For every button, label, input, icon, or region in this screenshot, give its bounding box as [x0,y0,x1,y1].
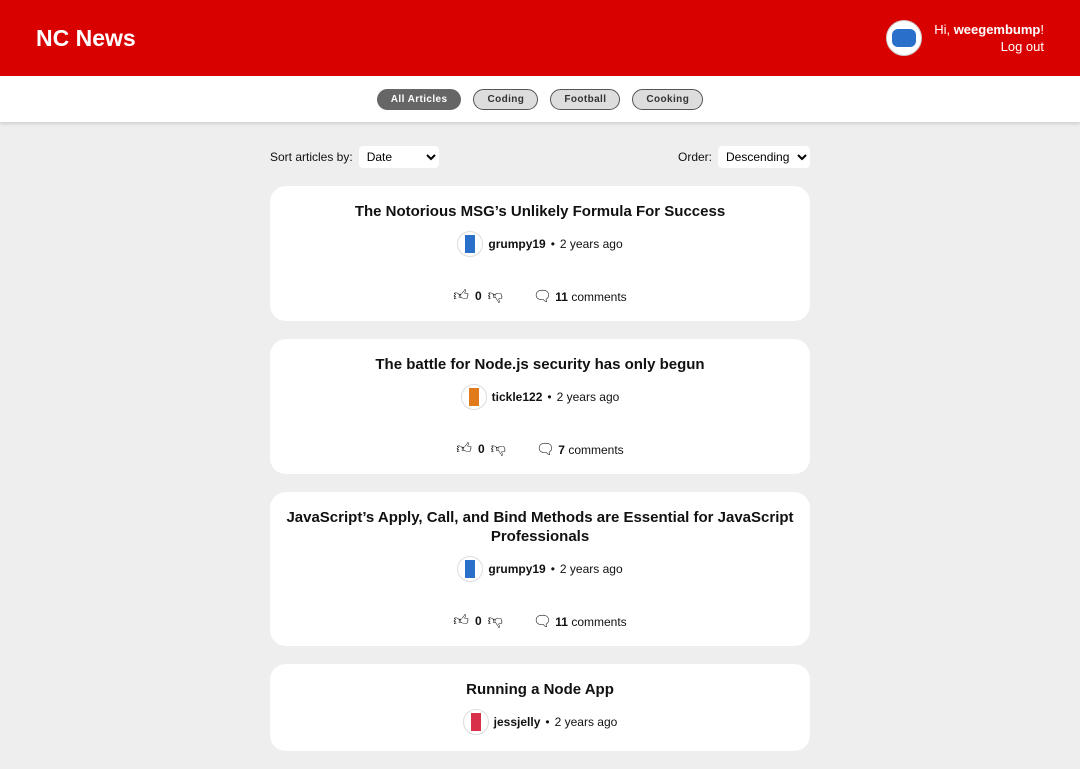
separator: • [550,562,555,576]
order-select[interactable]: Descending [718,146,810,168]
article-card[interactable]: The Notorious MSG’s Unlikely Formula For… [270,186,810,321]
author-avatar [457,556,484,582]
article-card[interactable]: Running a Node App jessjelly • 2 years ago [270,664,810,751]
article-card[interactable]: The battle for Node.js security has only… [270,339,810,474]
sort-label: Sort articles by: [270,150,353,164]
author-avatar [460,384,487,410]
comment-icon: 🗨︎ [532,288,552,305]
logo[interactable]: NC News [36,25,136,52]
user-avatar [886,20,923,56]
author: grumpy19 [488,562,546,576]
thumbs-up-icon[interactable]: 👍︎ [456,440,472,458]
topic-cooking[interactable]: Cooking [632,88,704,110]
sort-select[interactable]: Date [358,146,439,168]
separator: • [545,715,550,729]
greeting: Hi, [934,22,954,37]
author-avatar [462,709,489,735]
logout-link[interactable]: Log out [934,38,1044,55]
comment-count: 11 [555,290,568,304]
article-age: 2 years ago [559,562,623,576]
vote-count: 0 [474,289,482,303]
article-age: 2 years ago [556,390,620,404]
user-area: Hi, weegembump! Log out [886,20,1044,56]
topic-football[interactable]: Football [550,88,621,110]
topic-coding[interactable]: Coding [473,88,539,110]
username: weegembump [953,22,1041,37]
thumbs-up-icon[interactable]: 👍︎ [453,612,469,630]
separator: • [547,390,552,404]
sort-controls: Sort articles by: Date Order: Descending [270,146,810,168]
comments-label: comments [571,615,627,629]
header: NC News Hi, weegembump! Log out [0,0,1080,76]
article-age: 2 years ago [554,715,618,729]
comments-label: comments [568,443,624,457]
vote-count: 0 [477,442,485,456]
topic-all-articles[interactable]: All Articles [376,88,462,110]
author-avatar [457,231,484,257]
author: jessjelly [493,715,541,729]
comments-label: comments [571,290,627,304]
article-title[interactable]: Running a Node App [282,680,798,699]
order-label: Order: [677,150,712,164]
comment-count: 11 [555,615,568,629]
comment-count: 7 [558,443,565,457]
author: tickle122 [491,390,543,404]
thumbs-up-icon[interactable]: 👍︎ [453,287,469,305]
comments-link[interactable]: 🗨︎ 7 comments [536,440,624,458]
separator: • [550,237,555,251]
author: grumpy19 [488,237,546,251]
comment-icon: 🗨︎ [535,441,555,458]
article-title[interactable]: JavaScript’s Apply, Call, and Bind Metho… [282,508,798,546]
thumbs-down-icon[interactable]: 👎︎ [491,440,506,458]
article-card[interactable]: JavaScript’s Apply, Call, and Bind Metho… [270,492,810,646]
vote-count: 0 [474,614,482,628]
article-title[interactable]: The Notorious MSG’s Unlikely Formula For… [282,202,798,221]
article-title[interactable]: The battle for Node.js security has only… [282,355,798,374]
topic-nav: All Articles Coding Football Cooking [0,76,1080,122]
comment-icon: 🗨︎ [532,613,552,630]
comments-link[interactable]: 🗨︎ 11 comments [533,612,627,630]
article-age: 2 years ago [559,237,623,251]
comments-link[interactable]: 🗨︎ 11 comments [533,287,627,305]
thumbs-down-icon[interactable]: 👎︎ [488,287,503,305]
greeting-end: ! [1040,22,1044,37]
thumbs-down-icon[interactable]: 👎︎ [488,612,503,630]
